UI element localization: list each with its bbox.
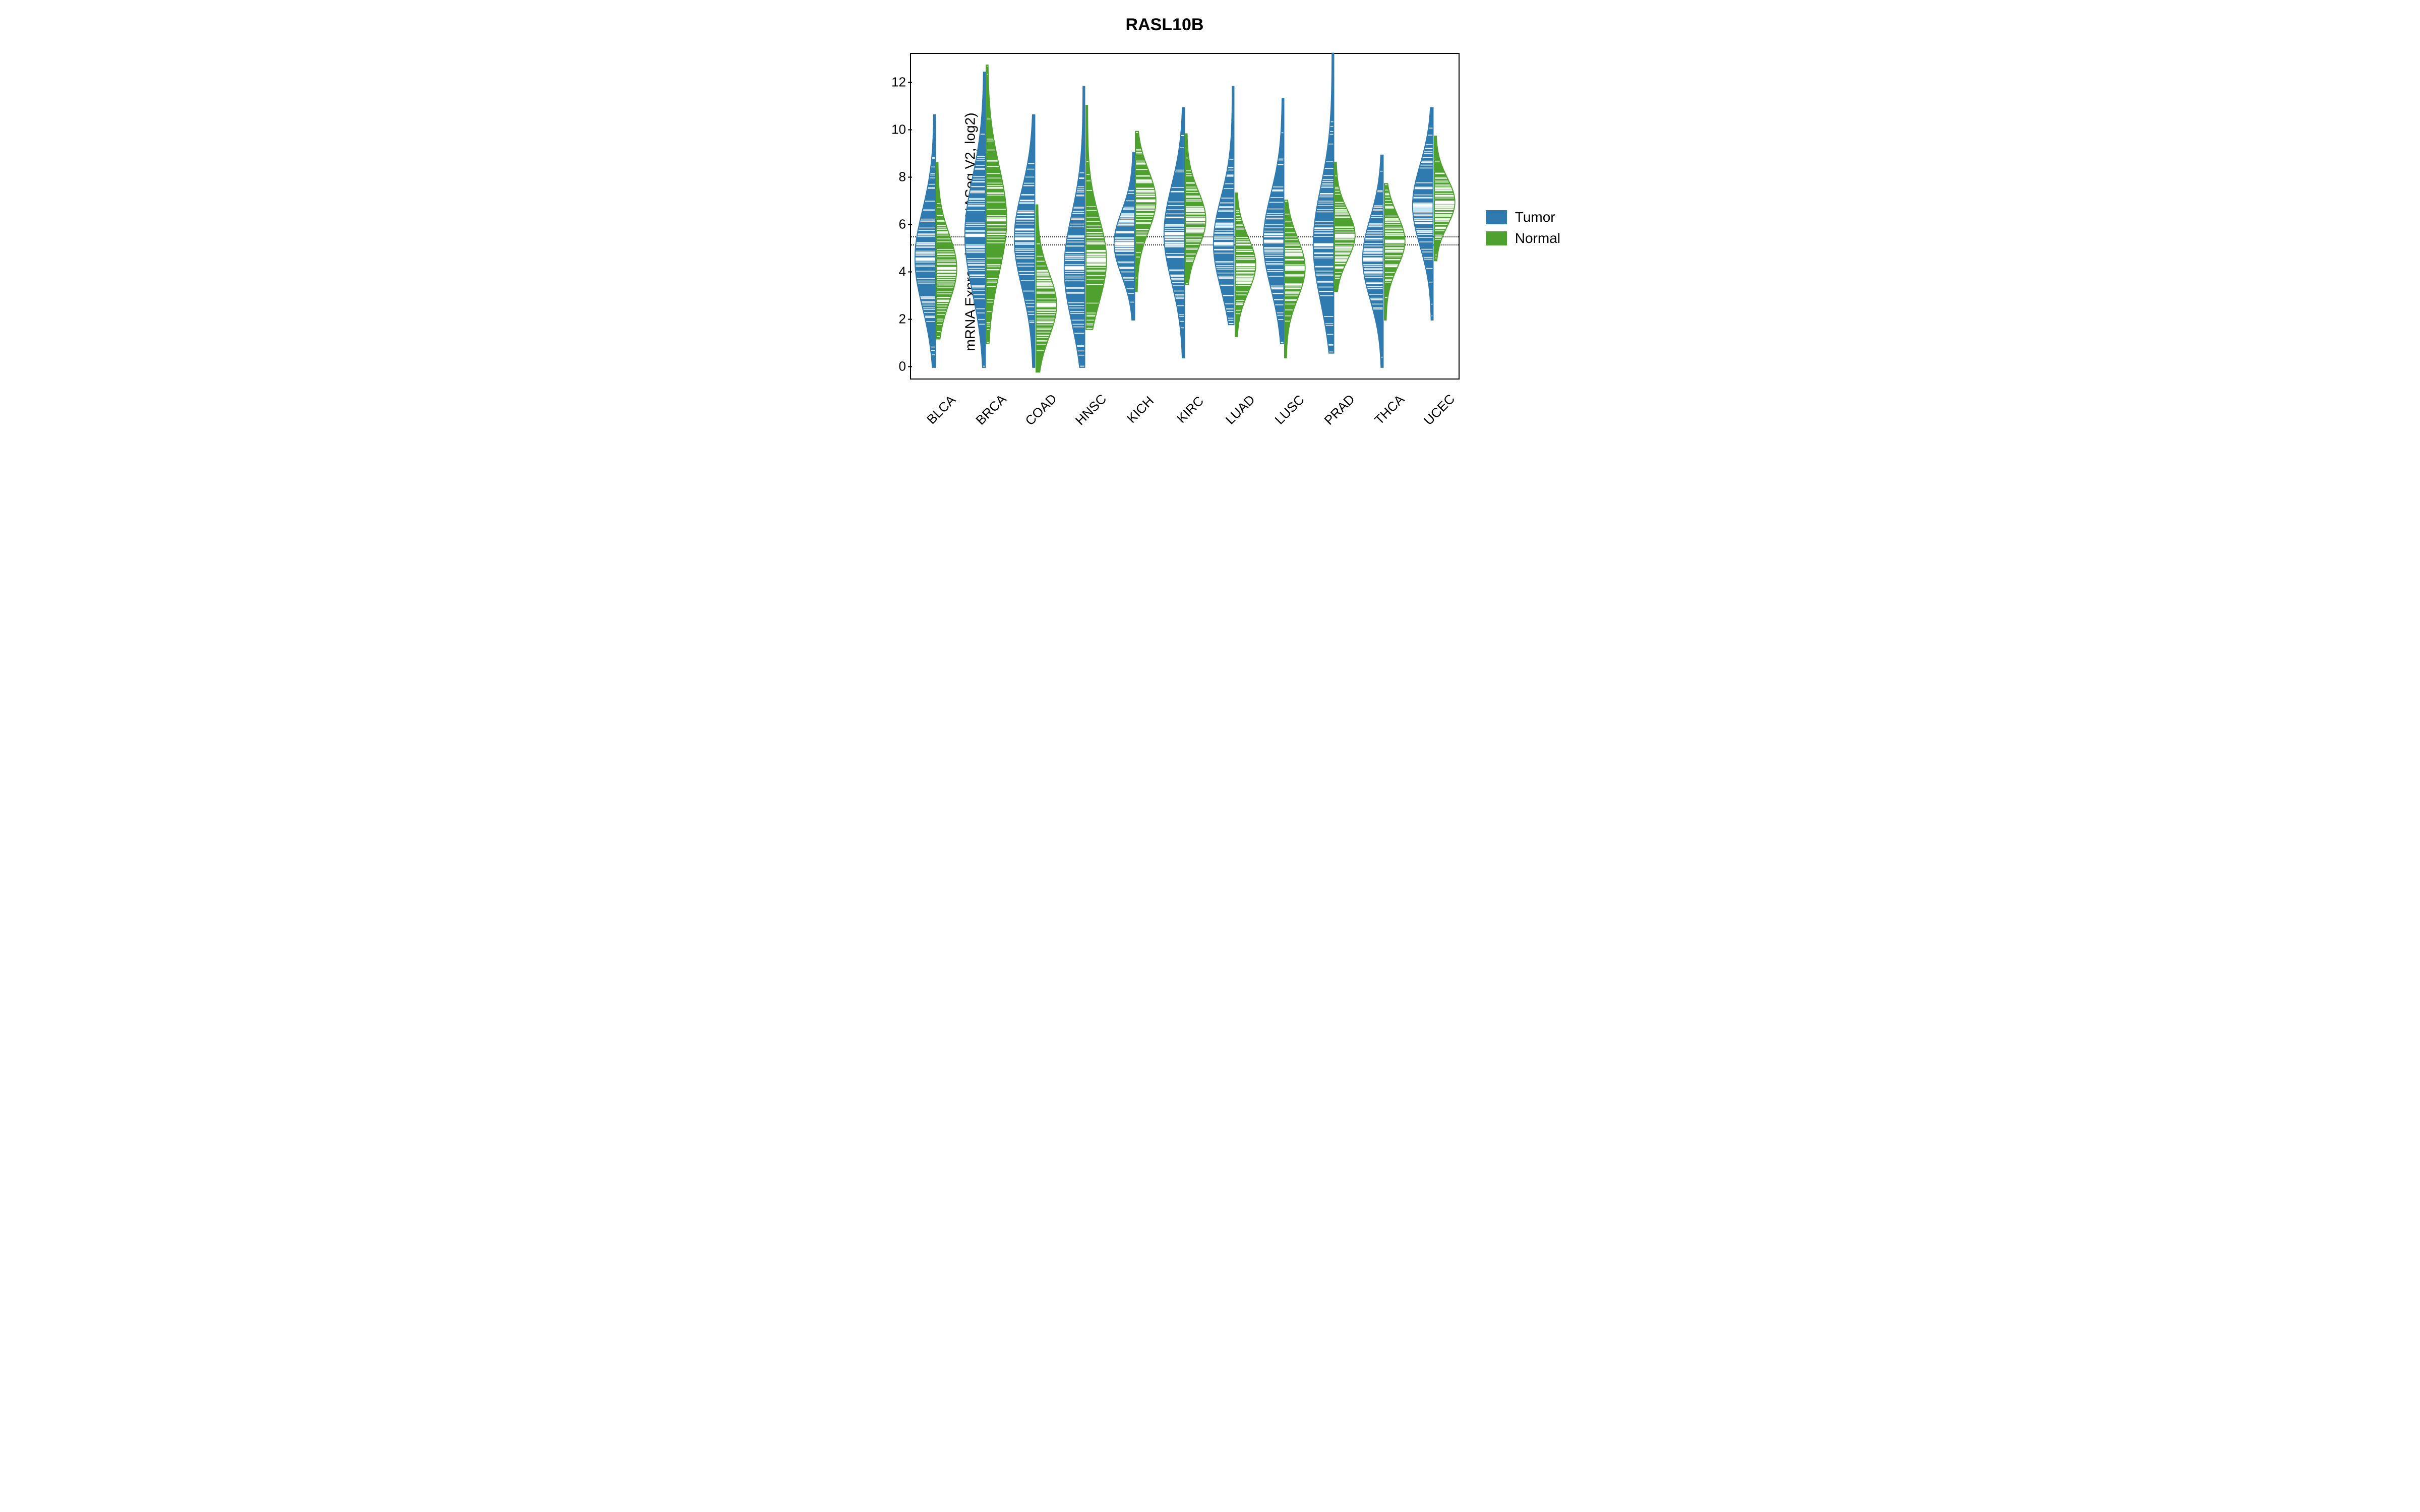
violin-half-normal xyxy=(1086,54,1106,379)
violin-half-tumor xyxy=(965,54,985,379)
legend-swatch xyxy=(1486,210,1507,224)
violin-half-normal xyxy=(937,54,956,379)
chart-title: RASL10B xyxy=(837,15,1492,35)
violin-half-tumor xyxy=(1214,54,1233,379)
x-tick-label: KIRC xyxy=(1174,393,1207,426)
violin-half-tumor xyxy=(1014,54,1034,379)
violin-chart: RASL10B mRNA Expression (RNASeq V2, log2… xyxy=(837,0,1583,466)
violin-half-tumor xyxy=(1114,54,1134,379)
violin-half-tumor xyxy=(1413,54,1432,379)
violin-half-normal xyxy=(1136,54,1156,379)
legend-swatch xyxy=(1486,231,1507,245)
violin-half-tumor xyxy=(1164,54,1184,379)
violin-half-normal xyxy=(1385,54,1405,379)
x-tick-label: BLCA xyxy=(924,392,959,427)
violin-half-normal xyxy=(1285,54,1305,379)
x-tick-label: LUSC xyxy=(1272,392,1308,427)
violin-half-tumor xyxy=(1313,54,1333,379)
y-tick-label: 8 xyxy=(886,169,906,185)
legend-item-normal: Normal xyxy=(1486,230,1560,246)
violin-half-normal xyxy=(1186,54,1205,379)
violin-half-tumor xyxy=(1263,54,1283,379)
x-tick-label: HNSC xyxy=(1072,391,1109,428)
y-tick-label: 12 xyxy=(886,75,906,90)
x-tick-label: LUAD xyxy=(1222,392,1258,427)
x-tick-label: KICH xyxy=(1124,393,1157,426)
x-tick-label: UCEC xyxy=(1421,391,1458,428)
x-tick-label: THCA xyxy=(1371,392,1408,428)
x-tick-label: COAD xyxy=(1022,391,1060,428)
x-tick-label: BRCA xyxy=(973,391,1010,428)
violin-half-tumor xyxy=(1064,54,1084,379)
y-tick-label: 4 xyxy=(886,264,906,280)
x-tick-label: PRAD xyxy=(1321,391,1358,428)
plot-area: 024681012BLCABRCACOADHNSCKICHKIRCLUADLUS… xyxy=(910,53,1460,380)
violin-half-normal xyxy=(1335,54,1355,379)
legend-item-tumor: Tumor xyxy=(1486,209,1560,225)
y-tick-label: 2 xyxy=(886,311,906,327)
violin-half-normal xyxy=(987,54,1006,379)
y-tick-label: 10 xyxy=(886,122,906,138)
violin-half-normal xyxy=(1435,54,1455,379)
legend-label: Tumor xyxy=(1515,209,1555,225)
violin-half-normal xyxy=(1236,54,1255,379)
violin-half-normal xyxy=(1037,54,1056,379)
legend-label: Normal xyxy=(1515,230,1560,246)
violin-half-tumor xyxy=(1363,54,1382,379)
violin-half-tumor xyxy=(915,54,935,379)
y-tick-label: 6 xyxy=(886,217,906,232)
legend: Tumor Normal xyxy=(1486,204,1560,251)
y-tick-label: 0 xyxy=(886,359,906,374)
